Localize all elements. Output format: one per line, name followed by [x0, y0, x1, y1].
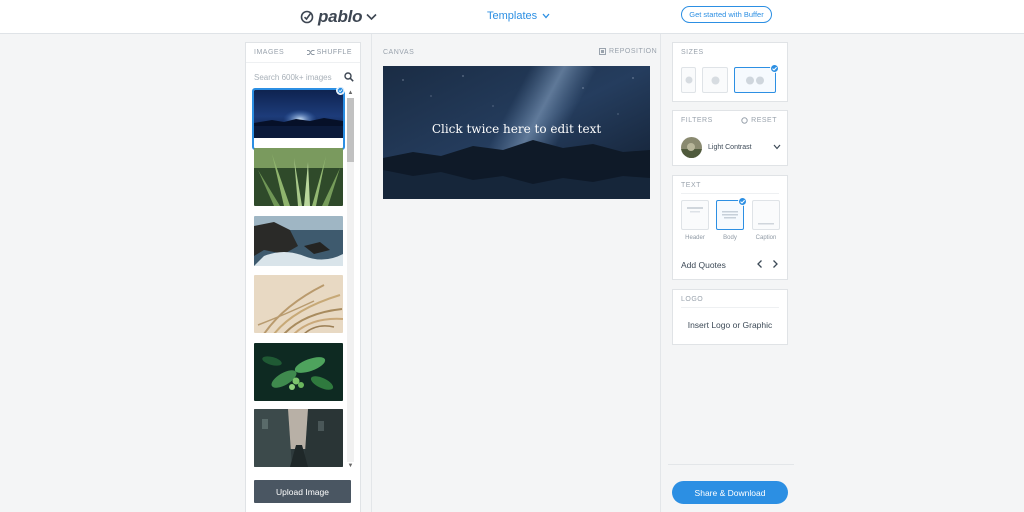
thumbnail-rocky-coast[interactable] — [254, 216, 343, 274]
thumbnail-night-sky[interactable] — [252, 88, 345, 150]
pablo-logo-icon — [300, 10, 314, 24]
header-layout-icon — [687, 207, 703, 213]
image-search-input[interactable] — [254, 72, 338, 82]
filter-name: Light Contrast — [708, 143, 752, 151]
scroll-down-arrow[interactable]: ▼ — [347, 463, 354, 470]
reset-label: RESET — [751, 117, 777, 124]
share-divider — [668, 464, 794, 465]
sizes-title: SIZES — [681, 49, 704, 56]
top-bar: pablo Templates Get started with Buffer — [0, 0, 1024, 34]
image-search — [254, 69, 354, 85]
text-style-label: Header — [685, 235, 705, 241]
logo-title: LOGO — [681, 296, 704, 303]
images-panel-header: IMAGES SHUFFLE — [246, 43, 360, 63]
text-style-header[interactable] — [681, 200, 709, 230]
check-icon — [336, 86, 345, 95]
check-icon — [770, 64, 779, 73]
images-scrollbar[interactable]: ▲ ▼ — [346, 90, 355, 470]
facebook-twitter-icon — [746, 76, 764, 84]
reposition-icon — [599, 48, 606, 55]
column-divider — [371, 34, 372, 512]
text-style-label: Body — [723, 235, 737, 241]
reset-button[interactable]: RESET — [741, 117, 777, 124]
logo-card: LOGO Insert Logo or Graphic — [672, 289, 788, 345]
chevron-down-icon — [773, 144, 781, 150]
thumbnail-dry-grass[interactable] — [254, 275, 343, 333]
brand-name: pablo — [318, 7, 363, 26]
shuffle-button[interactable]: SHUFFLE — [306, 49, 352, 56]
text-title: TEXT — [681, 182, 701, 189]
brand-logo[interactable]: pablo — [300, 7, 377, 27]
images-panel: IMAGES SHUFFLE — [245, 42, 361, 512]
get-started-button[interactable]: Get started with Buffer — [681, 6, 772, 23]
add-quotes-label[interactable]: Add Quotes — [681, 260, 726, 270]
share-download-button[interactable]: Share & Download — [672, 481, 788, 504]
images-title: IMAGES — [254, 49, 285, 56]
thumbnail-agave-plant[interactable] — [254, 148, 343, 206]
reposition-label: REPOSITION — [609, 48, 658, 55]
templates-dropdown[interactable]: Templates — [487, 10, 550, 22]
text-style-label: Caption — [755, 235, 777, 241]
chevron-right-icon[interactable] — [770, 258, 780, 270]
column-divider — [660, 34, 661, 512]
reset-icon — [741, 117, 748, 124]
shuffle-icon — [306, 50, 315, 55]
chevron-down-icon — [366, 13, 377, 21]
insert-logo-button[interactable]: Insert Logo or Graphic — [673, 320, 787, 330]
canvas-text[interactable]: Click twice here to edit text — [383, 122, 650, 136]
check-icon — [738, 197, 747, 206]
text-card: TEXT Header Body Caption Add Quotes — [672, 175, 788, 280]
logo-card-divider — [681, 307, 779, 308]
size-option-pinterest[interactable] — [681, 67, 696, 93]
scroll-up-arrow[interactable]: ▲ — [347, 90, 354, 97]
thumbnail-green-leaves[interactable] — [254, 343, 343, 401]
image-canvas[interactable]: Click twice here to edit text — [383, 66, 650, 199]
upload-image-button[interactable]: Upload Image — [254, 480, 351, 503]
reposition-button[interactable]: REPOSITION — [599, 48, 657, 55]
filters-card: FILTERS RESET Light Contrast — [672, 110, 788, 166]
canvas-label: CANVAS — [383, 49, 415, 56]
scroll-thumb[interactable] — [347, 98, 354, 162]
pinterest-icon — [685, 76, 692, 84]
caption-layout-icon — [758, 223, 774, 225]
filter-dropdown[interactable]: Light Contrast — [681, 135, 781, 159]
text-style-caption[interactable] — [752, 200, 780, 230]
chevron-left-icon[interactable] — [755, 258, 765, 270]
filter-preview — [681, 136, 702, 158]
shuffle-label: SHUFFLE — [316, 49, 352, 56]
size-option-instagram[interactable] — [702, 67, 728, 93]
search-icon[interactable] — [344, 72, 354, 82]
thumbnail-narrow-street[interactable] — [254, 409, 343, 467]
sizes-card: SIZES — [672, 42, 788, 102]
text-card-divider — [681, 193, 779, 194]
chevron-down-icon — [542, 13, 550, 19]
filters-title: FILTERS — [681, 117, 713, 124]
instagram-icon — [711, 76, 719, 84]
templates-label: Templates — [487, 10, 538, 22]
